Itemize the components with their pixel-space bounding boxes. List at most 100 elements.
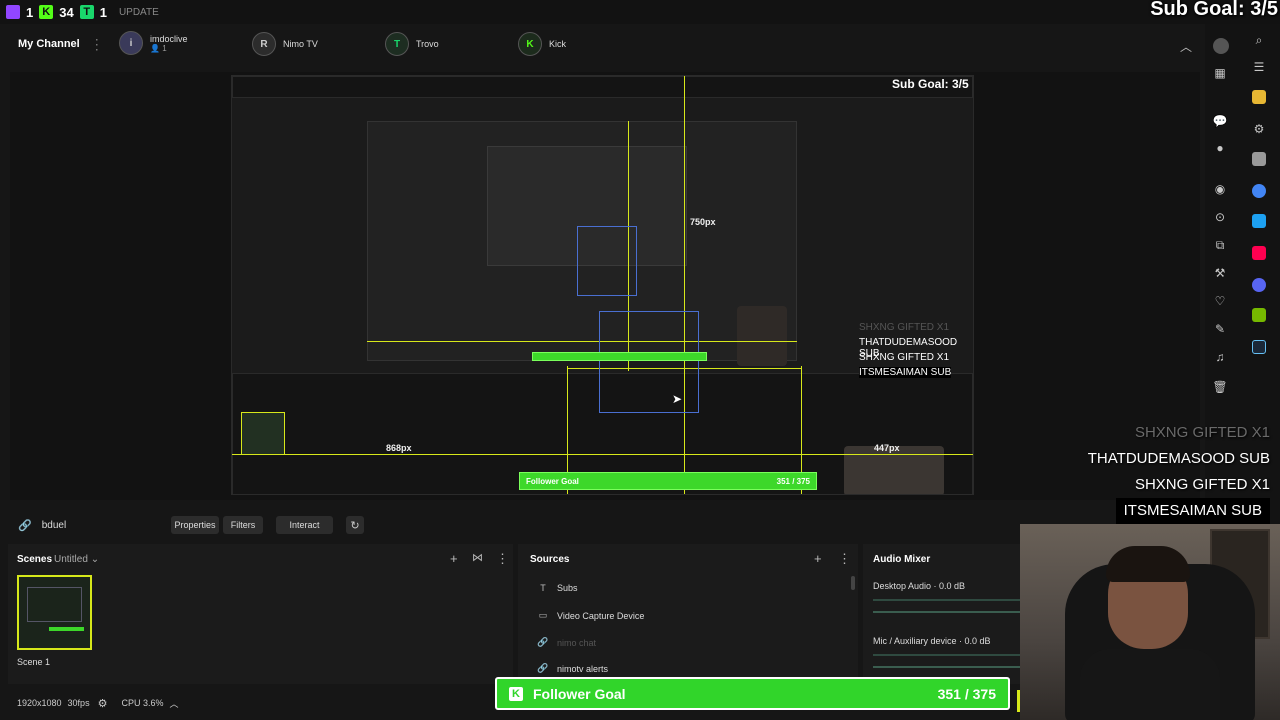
copy-icon[interactable]: ⧉ <box>1213 238 1227 252</box>
gear-icon[interactable]: ⚙ <box>98 697 108 710</box>
scene-thumbnail[interactable] <box>17 575 92 650</box>
chevron-down-icon: ⌄ <box>90 554 100 565</box>
avatar: i <box>119 31 143 55</box>
scene-menu-icon[interactable]: ⋮ <box>496 551 509 567</box>
event-item: SHXNG GIFTED X1 <box>1134 424 1270 441</box>
source-menu-icon[interactable]: ⋮ <box>838 551 851 567</box>
source-toolbar: 🔗 bduel <box>0 510 1020 540</box>
alert-icon[interactable]: ● <box>1213 141 1227 155</box>
folder-icon[interactable] <box>1252 90 1266 104</box>
channel-kick[interactable]: K Kick <box>518 32 566 56</box>
dimension-447: 447px <box>874 443 900 453</box>
source-item-nimotv-alerts[interactable]: 🔗 nimotv alerts <box>537 663 608 674</box>
add-scene-icon[interactable]: + <box>450 551 458 566</box>
scene-thumb-inner <box>27 587 82 622</box>
channel-imdoclive[interactable]: i imdoclive 👤 1 <box>119 31 188 55</box>
source-item-video-capture[interactable]: ▭ Video Capture Device <box>537 610 645 621</box>
tools-icon[interactable]: ⚒ <box>1213 266 1227 280</box>
nested-event: SHXNG GIFTED X1 <box>859 322 950 333</box>
source-item-subs[interactable]: T Subs <box>537 583 577 593</box>
scene-label[interactable]: Scene 1 <box>17 657 50 667</box>
chat-icon[interactable]: 💬 <box>1213 114 1228 128</box>
discord-icon[interactable] <box>1252 278 1266 292</box>
search-icon[interactable]: ⌕ <box>1252 33 1266 47</box>
volume-slider[interactable] <box>873 611 1020 613</box>
source-item-nimo-chat[interactable]: 🔗 nimo chat <box>537 637 596 648</box>
chrome-icon[interactable] <box>1252 184 1266 198</box>
nested-scene-thumb <box>241 412 285 455</box>
update-label[interactable]: UPDATE <box>119 7 159 18</box>
add-source-icon[interactable]: + <box>814 551 822 566</box>
layout-icon[interactable]: ▦ <box>1213 66 1227 80</box>
camera-icon[interactable]: ◉ <box>1213 182 1227 196</box>
interact-button[interactable]: Interact <box>276 516 333 534</box>
nested-sub-goal: Sub Goal: 3/5 <box>892 77 969 91</box>
event-item: THATDUDEMASOOD SUB <box>1087 450 1270 467</box>
guide-line-horizontal <box>367 341 797 342</box>
source-label: Video Capture Device <box>557 610 645 621</box>
cursor-icon: ➤ <box>672 392 683 406</box>
record-icon[interactable]: ⊙ <box>1213 210 1227 224</box>
profile-avatar-icon[interactable] <box>1213 38 1229 54</box>
music-icon[interactable]: ♫ <box>1213 350 1227 364</box>
my-channel-label[interactable]: My Channel <box>18 38 80 50</box>
trovo-icon: T <box>79 5 94 19</box>
drive-icon[interactable] <box>1252 152 1266 166</box>
nested-titlebar <box>232 76 973 98</box>
brush-icon[interactable]: ✎ <box>1213 322 1227 336</box>
streamer-hair <box>1106 546 1190 582</box>
store-icon[interactable] <box>1252 214 1266 228</box>
mixer-channel-mic: Mic / Auxiliary device · 0.0 dB <box>873 636 991 646</box>
follower-goal-count: 351 / 375 <box>937 685 996 702</box>
follower-goal-label: Follower Goal <box>533 685 626 702</box>
refresh-icon[interactable]: ↻ <box>346 516 364 534</box>
event-list: SHXNG GIFTED X1 THATDUDEMASOOD SUB SHXNG… <box>1088 420 1270 524</box>
audio-meter <box>873 599 1020 601</box>
editor-icon[interactable]: ☰ <box>1252 60 1266 74</box>
channel-follower-count: 1 <box>162 43 167 53</box>
kick-icon: K <box>509 686 523 701</box>
kick-icon: K <box>39 5 54 19</box>
resolution-label: 1920x1080 <box>17 698 62 708</box>
scene-collection-name: Untitled <box>54 554 88 565</box>
sources-scrollbar[interactable] <box>851 576 855 590</box>
gear-icon[interactable]: ⚙ <box>1252 122 1266 136</box>
avatar: R <box>252 32 276 56</box>
filters-button[interactable]: Filters <box>223 516 263 534</box>
channel-name: Nimo TV <box>283 39 318 49</box>
tiktok-icon[interactable] <box>1252 246 1266 260</box>
transition-icon[interactable]: ⋈ <box>472 551 483 564</box>
trash-icon[interactable]: 🗑 <box>1212 380 1227 394</box>
more-icon[interactable]: ⋮ <box>90 36 104 53</box>
selection-box <box>577 226 637 296</box>
person-icon: 👤 <box>150 43 163 53</box>
dimension-868: 868px <box>386 443 412 453</box>
heart-icon[interactable]: ♡ <box>1213 294 1227 308</box>
stream-preview[interactable]: Sub Goal: 3/5 868px 750px 447px SHXNG GI… <box>231 75 974 495</box>
trovo-viewer-count: 1 <box>99 4 107 20</box>
cpu-label: CPU 3.6% <box>121 698 164 708</box>
sub-goal-overlay: Sub Goal: 3/5 <box>1150 0 1278 20</box>
fps-label: 30fps <box>67 698 90 708</box>
selected-source-name: bduel <box>41 519 67 531</box>
scene-collection-dropdown[interactable]: Untitled ⌄ <box>54 554 99 565</box>
follower-goal-overlay: K Follower Goal 351 / 375 <box>495 677 1010 710</box>
audio-mixer-panel <box>863 544 1020 684</box>
streamer-body <box>1080 649 1220 720</box>
source-label: nimo chat <box>557 637 597 648</box>
nested-webcam-2 <box>737 306 787 366</box>
selection-box <box>599 311 699 413</box>
volume-slider[interactable] <box>873 666 1020 668</box>
title-bar: 1 K 34 T 1 UPDATE <box>0 0 1280 24</box>
channel-name: imdoclive <box>150 33 188 44</box>
channel-trovo[interactable]: T Trovo <box>385 32 439 56</box>
properties-button[interactable]: Properties <box>171 516 219 534</box>
channel-nimotv[interactable]: R Nimo TV <box>252 32 318 56</box>
nvidia-icon[interactable] <box>1252 308 1266 322</box>
nested-goal-label: Follower Goal <box>526 476 579 486</box>
nested-goal-count: 351 / 375 <box>776 476 810 486</box>
chevron-up-icon[interactable]: ︿ <box>169 697 178 710</box>
chevron-up-icon[interactable]: ︿ <box>1180 38 1192 55</box>
steam-icon[interactable] <box>1252 340 1266 354</box>
event-item: ITSMESAIMAN SUB <box>1115 498 1270 524</box>
